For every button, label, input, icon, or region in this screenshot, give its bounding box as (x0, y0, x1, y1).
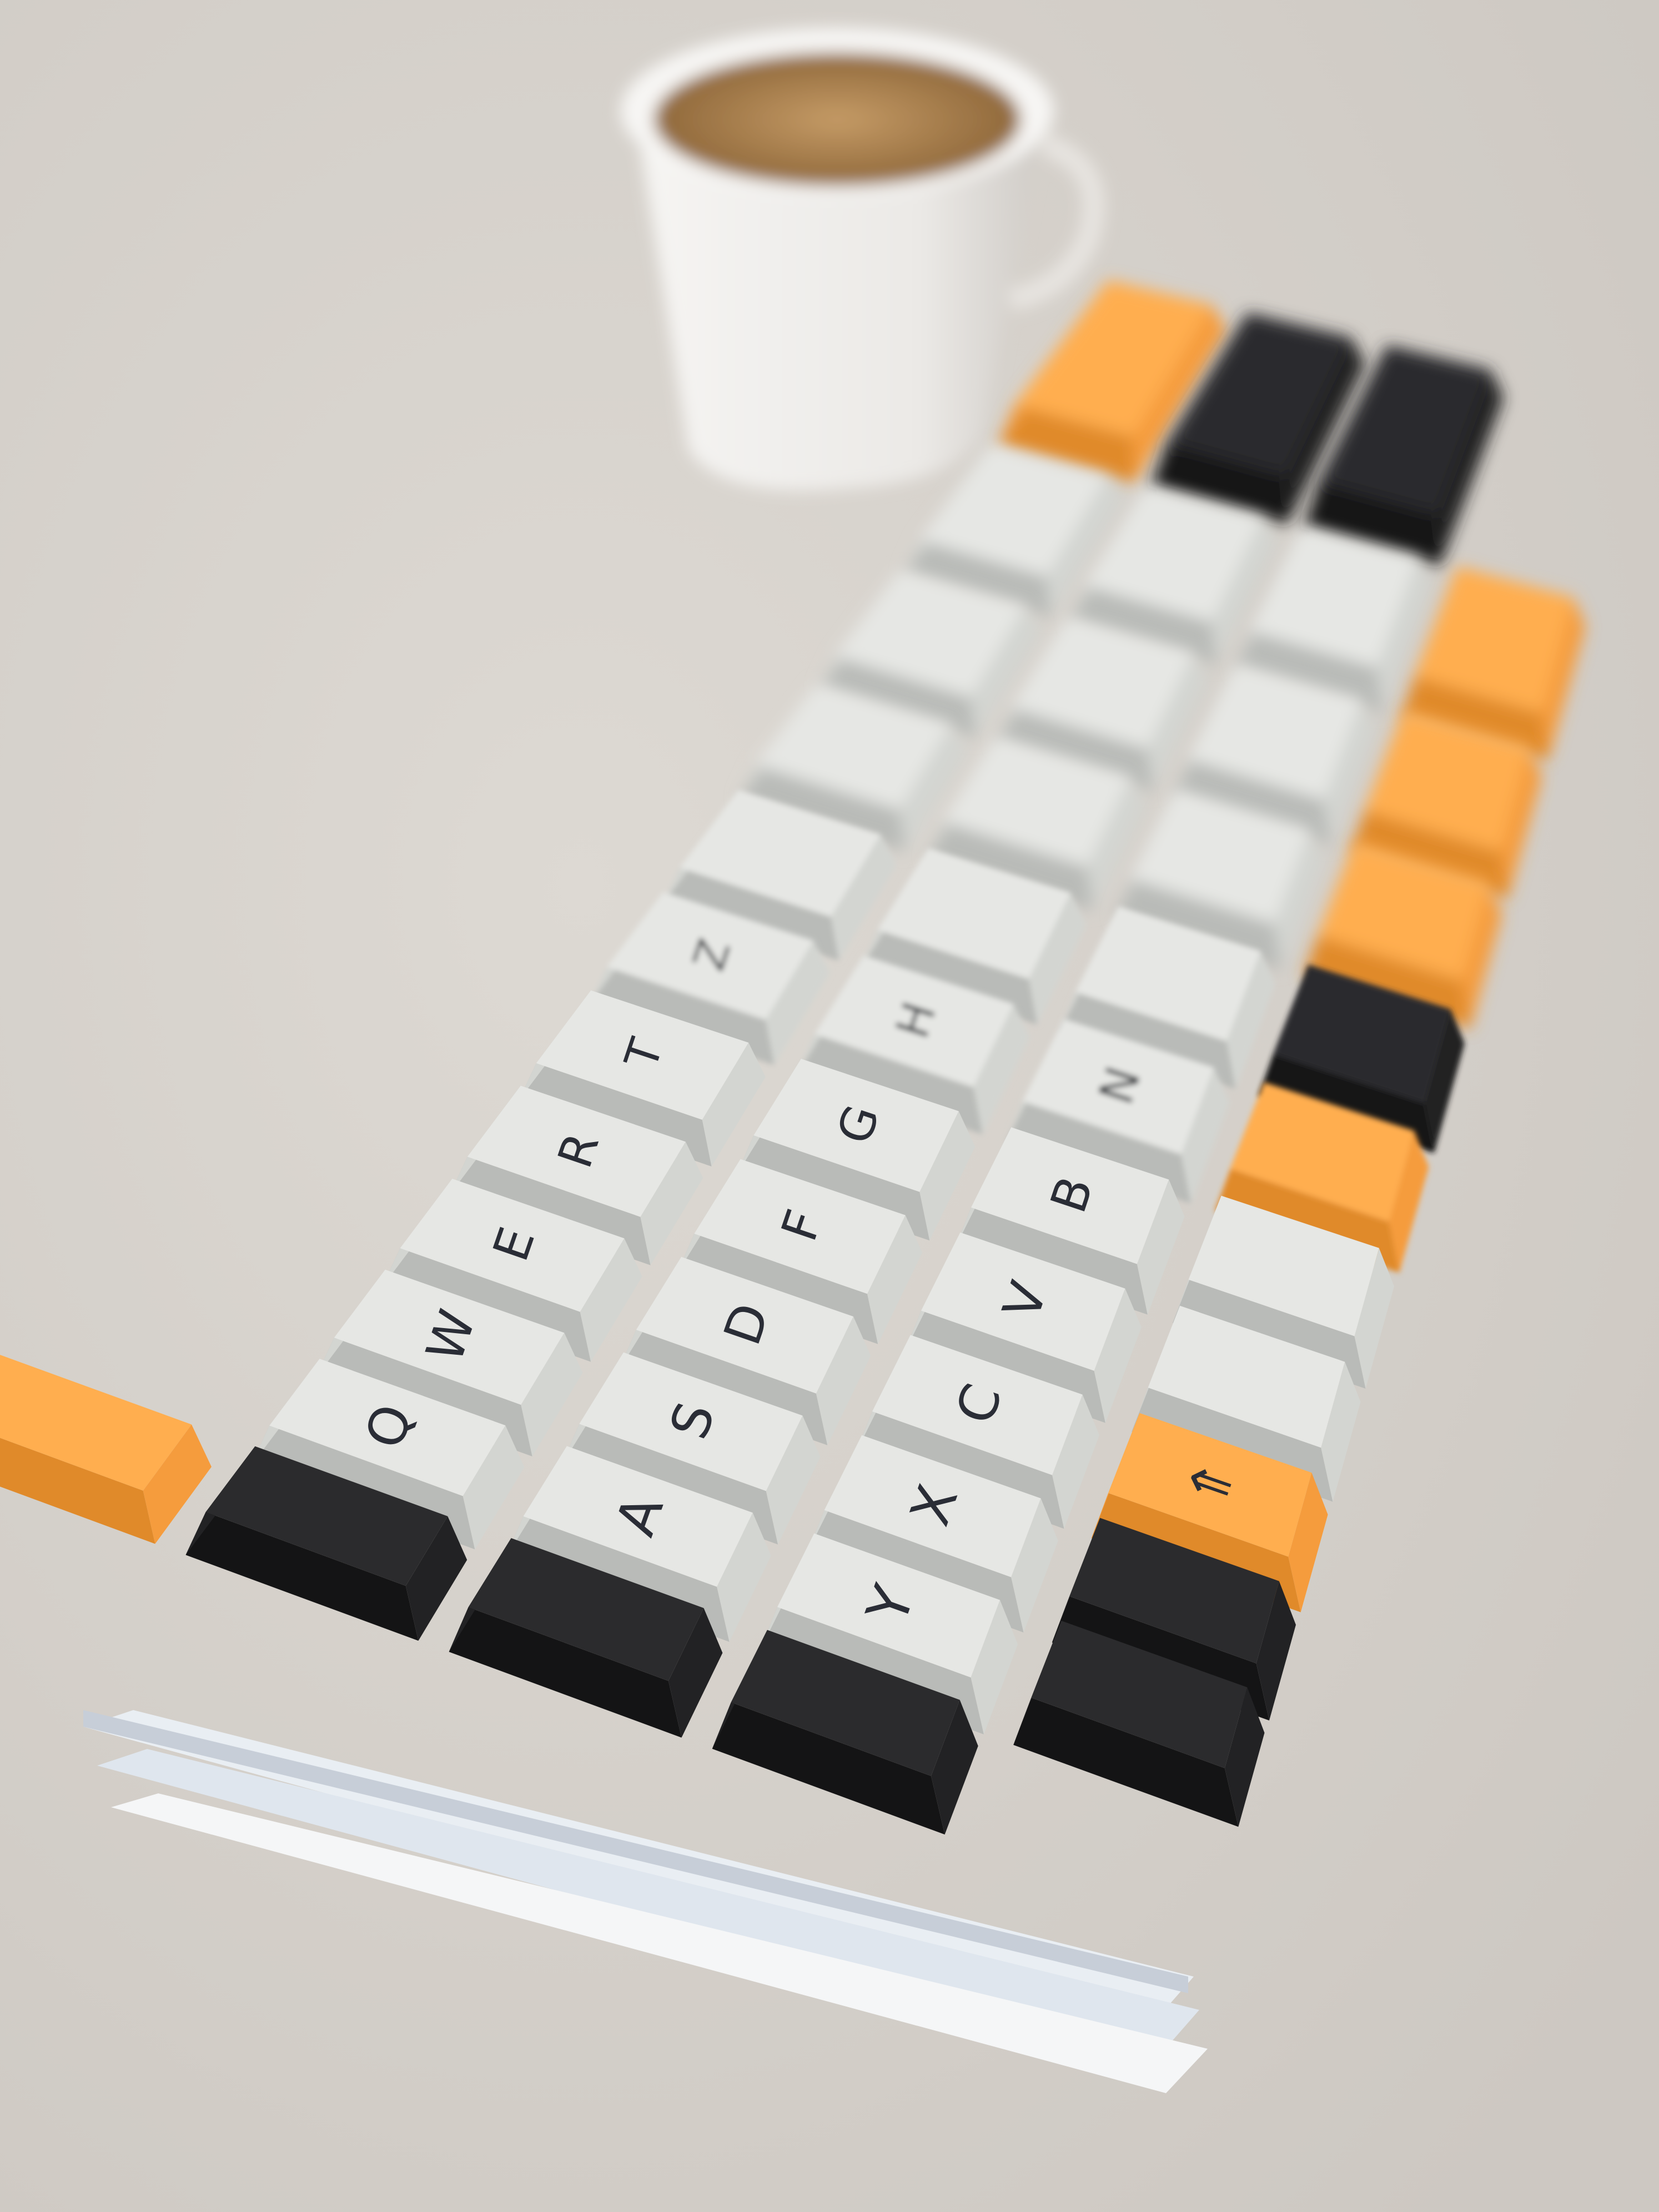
photo-scene: ZHNTGBRFVEDC⇑WSXQAY (0, 0, 1659, 2212)
